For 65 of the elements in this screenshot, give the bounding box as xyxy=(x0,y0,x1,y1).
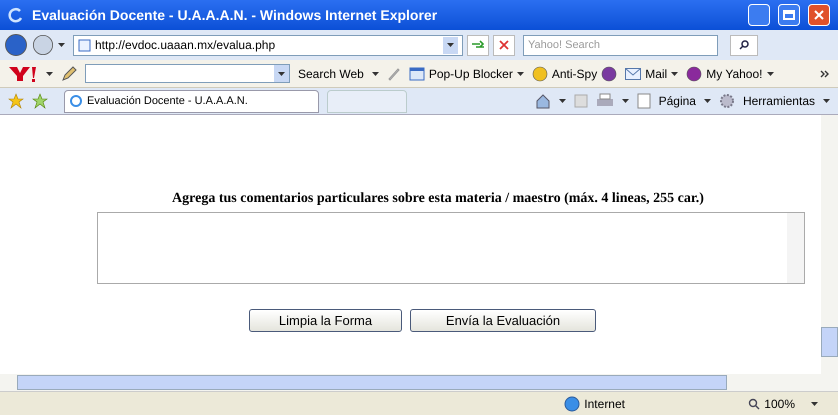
form-button[interactable]: Envía la Evaluación xyxy=(410,309,596,332)
globe-icon xyxy=(564,396,580,412)
comments-field[interactable] xyxy=(96,212,804,284)
refresh-arrows-icon xyxy=(471,40,485,50)
add-favorite-icon[interactable] xyxy=(32,93,48,109)
dropdown-caret-icon[interactable] xyxy=(671,72,678,76)
search-button[interactable] xyxy=(730,34,758,56)
printer-icon[interactable] xyxy=(596,93,614,109)
browser-tab[interactable]: Evaluación Docente - U.A.A.A.N. xyxy=(64,90,319,112)
address-dropdown-button[interactable] xyxy=(443,36,458,54)
envelope-icon xyxy=(625,68,642,80)
close-icon xyxy=(814,10,824,20)
search-icon xyxy=(739,40,749,50)
url-text: http://evdoc.uaaan.mx/evalua.php xyxy=(95,37,276,54)
minimize-button[interactable] xyxy=(748,4,770,26)
security-zone: Internet xyxy=(584,396,626,412)
search-field[interactable]: Yahoo! Search xyxy=(523,34,718,56)
pencil-icon[interactable] xyxy=(61,66,77,82)
stop-button[interactable] xyxy=(493,34,515,56)
tab-title: Evaluación Docente - U.A.A.A.N. xyxy=(87,94,248,109)
zoom-level[interactable]: 100% xyxy=(764,394,795,412)
toolbar-item[interactable]: Anti-Spy xyxy=(552,64,598,82)
search-dropdown-button[interactable] xyxy=(274,65,289,82)
gear-icon xyxy=(718,93,735,109)
scrollbar-thumb[interactable] xyxy=(821,327,838,357)
toolbar-item[interactable]: Mail xyxy=(645,64,668,82)
home-icon[interactable] xyxy=(534,93,551,109)
maximize-button[interactable] xyxy=(778,4,800,26)
form-button[interactable]: Limpia la Forma xyxy=(249,309,402,332)
dropdown-caret-icon[interactable] xyxy=(278,72,285,76)
scrollbar-track xyxy=(786,213,804,283)
web-search-field[interactable] xyxy=(85,64,290,83)
dropdown-caret-icon[interactable] xyxy=(46,72,53,76)
dropdown-caret-icon[interactable] xyxy=(372,72,379,76)
dropdown-caret-icon[interactable] xyxy=(704,99,711,103)
chevron-more-icon[interactable] xyxy=(820,70,830,78)
close-icon xyxy=(499,40,509,50)
vertical-scrollbar[interactable] xyxy=(821,115,838,374)
dropdown-caret-icon[interactable] xyxy=(622,99,629,103)
highlighter-icon[interactable] xyxy=(386,66,401,80)
toolbar-item[interactable]: Pop-Up Blocker xyxy=(428,64,513,82)
zoom-icon[interactable] xyxy=(748,398,760,410)
close-button[interactable] xyxy=(808,4,830,26)
dropdown-caret-icon[interactable] xyxy=(516,72,524,76)
window-title: Evaluación Docente - U.A.A.A.N. - Windows Internet Explorer xyxy=(32,6,438,25)
dropdown-caret-icon[interactable] xyxy=(811,402,818,406)
star-icon[interactable] xyxy=(8,93,24,109)
horizontal-scrollbar[interactable] xyxy=(0,374,838,391)
comments-heading: Agrega tus comentarios particulares sobre esta materia / maestro (máx. 4 lineas, 255 car.) xyxy=(172,190,704,208)
dropdown-caret-icon[interactable] xyxy=(58,43,65,47)
page-icon xyxy=(78,38,91,52)
toolbar-item[interactable]: My Yahoo! xyxy=(706,64,762,82)
page-menu[interactable]: Página xyxy=(658,92,696,110)
address-field[interactable]: http://evdoc.uaaan.mx/evalua.php xyxy=(73,34,463,56)
dropdown-caret-icon[interactable] xyxy=(558,99,566,103)
scrollbar-thumb[interactable] xyxy=(17,375,727,390)
refresh-button[interactable] xyxy=(467,34,489,56)
search-web-button[interactable]: Search Web xyxy=(298,64,364,82)
page-icon xyxy=(636,93,651,109)
yahoo-logo-icon[interactable] xyxy=(8,64,38,82)
dropdown-caret-icon[interactable] xyxy=(447,43,454,47)
window-icon xyxy=(408,66,425,80)
tools-menu[interactable]: Herramientas xyxy=(742,92,815,110)
dropdown-caret-icon[interactable] xyxy=(766,72,774,76)
dropdown-caret-icon[interactable] xyxy=(823,99,830,103)
